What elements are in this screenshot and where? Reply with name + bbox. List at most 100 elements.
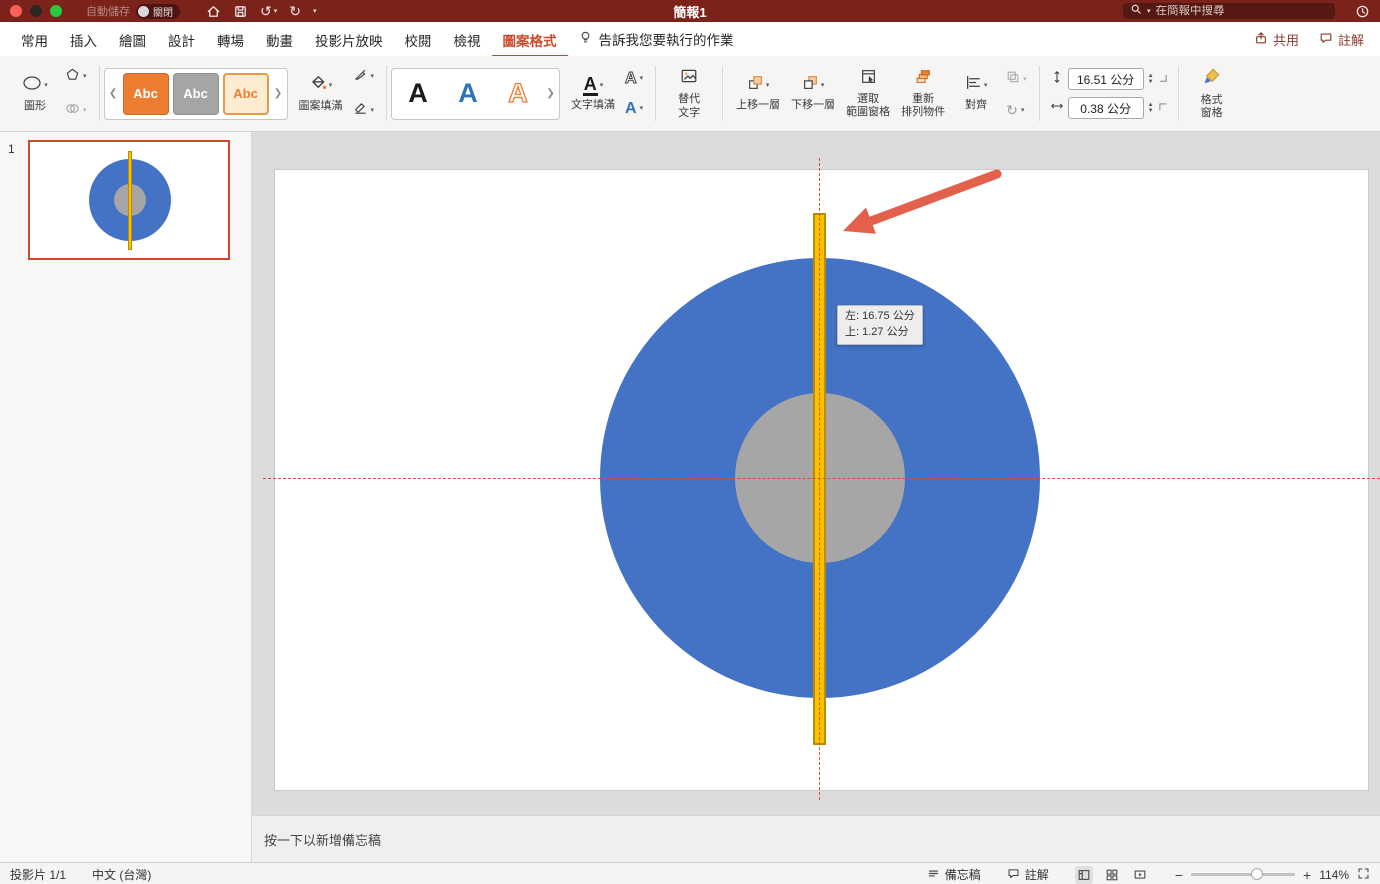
ribbon-separator xyxy=(722,66,723,121)
wordart-style-option-3[interactable]: A xyxy=(495,80,541,107)
tellme-button[interactable]: 告訴我您要執行的作業 xyxy=(578,29,734,49)
merge-shapes-button[interactable]: ▾ xyxy=(63,100,89,122)
autosave-label: 自動儲存 xyxy=(86,3,130,19)
search-scope-chevron-icon[interactable]: ▾ xyxy=(1147,7,1151,15)
horizontal-smart-guide xyxy=(263,478,1380,479)
eraser-icon xyxy=(353,101,368,121)
rotate-button[interactable]: ↻ ▾ xyxy=(1004,102,1029,118)
group-button[interactable]: ▾ xyxy=(1004,69,1029,90)
text-fill-button[interactable]: A ▾ 文字填滿 xyxy=(568,73,618,114)
tab-design[interactable]: 設計 xyxy=(157,21,206,58)
zoom-out-button[interactable]: − xyxy=(1175,867,1183,883)
text-effects-button[interactable]: A ▾ xyxy=(623,100,645,118)
shape-effects-button[interactable]: ▾ xyxy=(351,100,377,122)
pen-icon xyxy=(353,67,368,87)
slide-thumbnail-1[interactable] xyxy=(28,140,230,260)
close-button[interactable] xyxy=(10,5,22,17)
slide-number: 1 xyxy=(8,142,15,156)
text-outline-button[interactable]: A ▾ xyxy=(623,70,645,88)
ribbon-group-arrange: ▾ 上移一層 ▾ 下移一層 選取 範圍窗格 xyxy=(727,60,1035,127)
shape-fill-button[interactable]: ▾ 圖案填滿 xyxy=(296,72,346,115)
edit-shape-button[interactable]: ▾ xyxy=(63,66,89,88)
share-button[interactable]: 共用 xyxy=(1254,30,1299,49)
slideshow-view-button[interactable] xyxy=(1131,866,1149,884)
ribbon-tab-bar: 常用 插入 繪圖 設計 轉場 動畫 投影片放映 校閱 檢視 圖案格式 告訴我您要… xyxy=(0,22,1380,56)
insert-shape-button[interactable]: ▾ 圖形 xyxy=(12,72,58,115)
toolbar-customize-chevron-icon[interactable]: ▾ xyxy=(313,8,317,15)
autosave-toggle[interactable]: 關閉 xyxy=(136,4,180,19)
wordart-style-option-1[interactable]: A xyxy=(395,80,441,107)
home-icon[interactable] xyxy=(206,4,221,19)
redo-icon[interactable]: ↻ xyxy=(289,4,301,18)
tooltip-left-value: 左: 16.75 公分 xyxy=(845,309,915,325)
tab-review[interactable]: 校閱 xyxy=(394,21,443,58)
gallery-scroll-left-icon[interactable]: ❮ xyxy=(108,88,119,99)
align-icon xyxy=(965,74,982,96)
shape-outline-button[interactable]: ▾ xyxy=(351,66,377,88)
tab-home[interactable]: 常用 xyxy=(10,21,59,58)
comments-toggle-button[interactable]: 註解 xyxy=(1007,866,1049,883)
group-objects-icon xyxy=(1006,70,1020,89)
undo-chevron-icon[interactable]: ▾ xyxy=(274,8,278,15)
oval-shape-icon xyxy=(22,74,42,97)
slide-thumbnail-panel: 1 xyxy=(0,132,252,862)
tab-animations[interactable]: 動畫 xyxy=(255,21,304,58)
reorder-objects-button[interactable]: 重新 排列物件 xyxy=(898,66,948,121)
notes-pane[interactable]: 按一下以新增備忘稿 xyxy=(252,815,1380,862)
tab-draw[interactable]: 繪圖 xyxy=(108,21,157,58)
send-backward-button[interactable]: ▾ 下移一層 xyxy=(788,72,838,114)
ribbon-separator xyxy=(1178,66,1179,121)
save-icon[interactable] xyxy=(233,4,248,19)
bring-forward-button[interactable]: ▾ 上移一層 xyxy=(733,72,783,114)
slide-sorter-view-button[interactable] xyxy=(1103,866,1121,884)
selection-pane-button[interactable]: 選取 範圍窗格 xyxy=(843,66,893,121)
zoom-level[interactable]: 114% xyxy=(1319,868,1349,882)
align-button[interactable]: ▾ 對齊 xyxy=(953,72,999,114)
zoom-button[interactable] xyxy=(50,5,62,17)
shape-style-option-1[interactable]: Abc xyxy=(123,73,169,115)
comments-button[interactable]: 註解 xyxy=(1319,30,1364,49)
gallery-scroll-right-icon[interactable]: ❯ xyxy=(545,88,556,99)
fit-slide-button[interactable] xyxy=(1357,867,1370,883)
language-button[interactable]: 中文 (台灣) xyxy=(92,866,151,883)
selection-pane-icon xyxy=(860,68,877,90)
minimize-button[interactable] xyxy=(30,5,42,17)
zoom-slider[interactable] xyxy=(1191,873,1295,876)
normal-view-button[interactable] xyxy=(1075,866,1093,884)
chevron-down-icon: ▾ xyxy=(766,82,770,89)
text-fill-label: 文字填滿 xyxy=(571,99,615,112)
chevron-down-icon: ▾ xyxy=(821,82,825,89)
shape-style-option-3-selected[interactable]: Abc xyxy=(223,73,269,115)
tab-view[interactable]: 檢視 xyxy=(443,21,492,58)
tab-insert[interactable]: 插入 xyxy=(59,21,108,58)
ribbon-group-text-fill: A ▾ 文字填滿 A ▾ A ▾ xyxy=(562,60,651,127)
ribbon-group-size: ▲▼ ▲▼ xyxy=(1044,60,1174,127)
shape-width-input[interactable] xyxy=(1068,97,1144,119)
undo-icon[interactable]: ↺▾ xyxy=(260,4,277,18)
shape-height-input[interactable] xyxy=(1068,68,1144,90)
zoom-slider-knob[interactable] xyxy=(1251,868,1263,880)
search-input[interactable] xyxy=(1156,5,1328,17)
tab-shape-format[interactable]: 圖案格式 xyxy=(492,21,568,58)
chevron-down-icon: ▾ xyxy=(329,82,333,89)
ribbon-separator xyxy=(386,66,387,121)
notes-toggle-button[interactable]: 備忘稿 xyxy=(927,866,981,883)
tab-transitions[interactable]: 轉場 xyxy=(206,21,255,58)
lightbulb-icon xyxy=(578,30,593,48)
format-pane-label: 格式 窗格 xyxy=(1201,94,1223,120)
gallery-scroll-right-icon[interactable]: ❯ xyxy=(273,88,284,99)
format-pane-button[interactable]: 格式 窗格 xyxy=(1189,65,1235,122)
height-stepper[interactable]: ▲▼ xyxy=(1148,73,1154,85)
zoom-in-button[interactable]: + xyxy=(1303,867,1311,883)
search-box[interactable]: ▾ xyxy=(1123,3,1335,19)
width-stepper[interactable]: ▲▼ xyxy=(1148,102,1154,114)
shape-style-option-2[interactable]: Abc xyxy=(173,73,219,115)
history-icon[interactable] xyxy=(1355,4,1370,19)
tab-slideshow[interactable]: 投影片放映 xyxy=(304,21,394,58)
shape-width-icon xyxy=(1050,99,1064,118)
autosave-knob xyxy=(138,6,149,17)
wordart-style-option-2[interactable]: A xyxy=(445,80,491,107)
format-brush-icon xyxy=(1202,67,1221,91)
alt-text-button[interactable]: 替代 文字 xyxy=(666,65,712,121)
send-backward-icon xyxy=(802,74,819,96)
